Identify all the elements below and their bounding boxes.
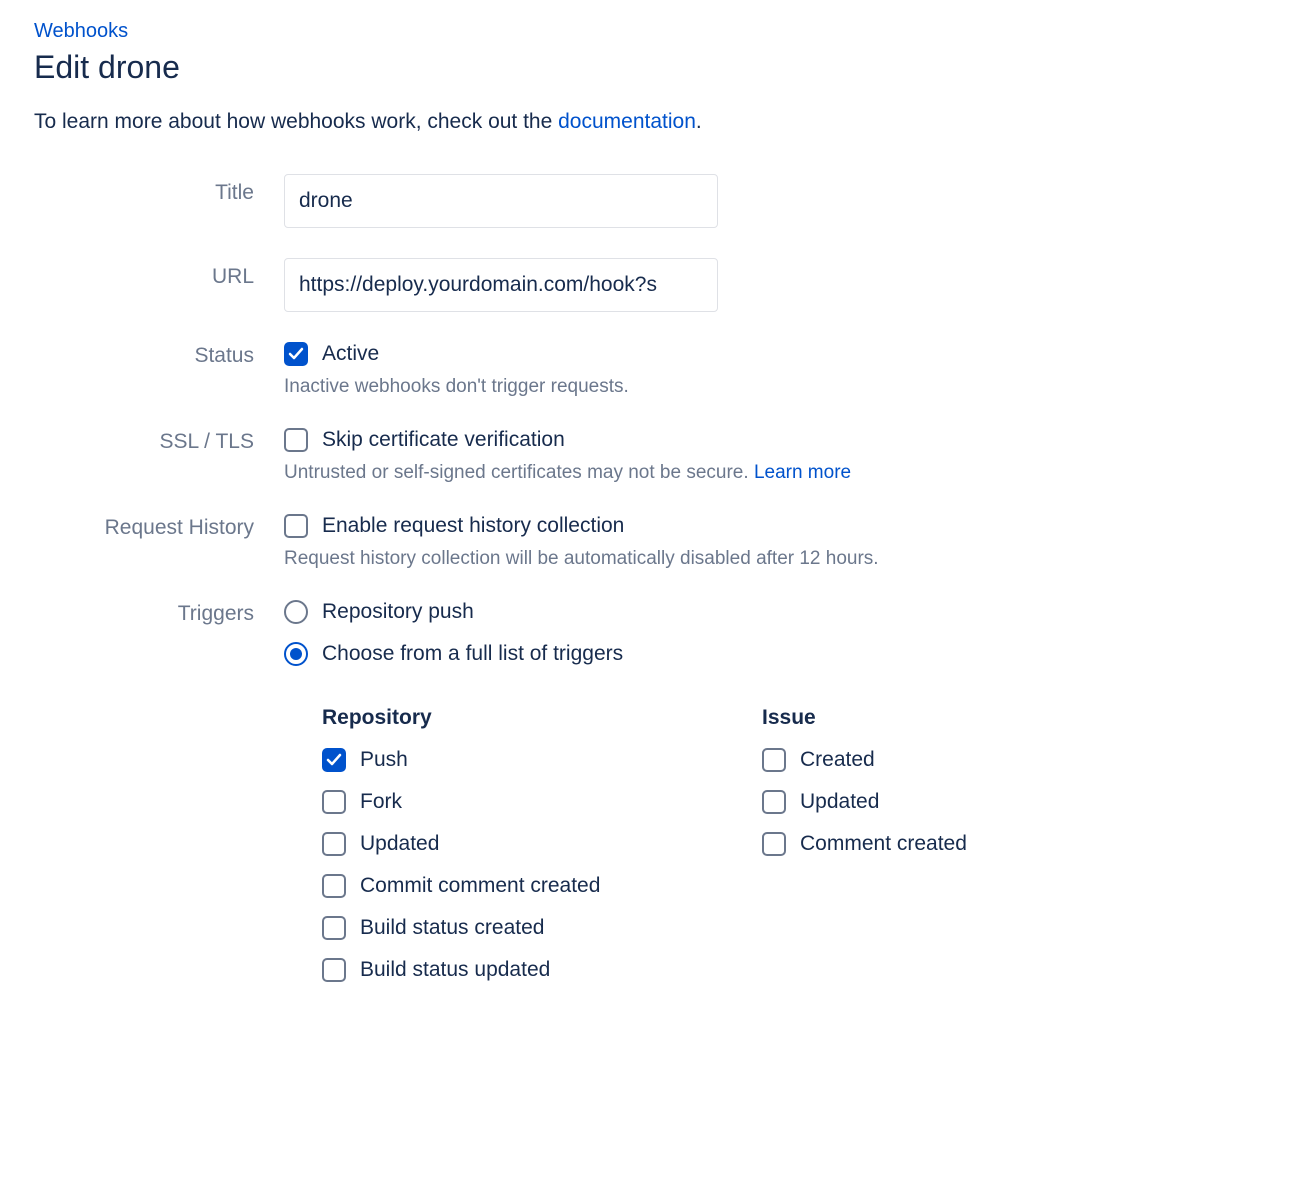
check-icon (326, 752, 342, 768)
trigger-checkbox[interactable] (762, 832, 786, 856)
trigger-repo-push-label: Repository push (322, 600, 474, 624)
check-icon (288, 346, 304, 362)
trigger-item-label: Fork (360, 790, 402, 814)
trigger-item: Updated (322, 832, 702, 856)
trigger-group-header: Issue (762, 706, 1142, 730)
status-label: Status (34, 342, 284, 370)
trigger-checkbox[interactable] (762, 748, 786, 772)
trigger-group-header: Repository (322, 706, 702, 730)
intro-after: . (696, 110, 702, 133)
status-help: Inactive webhooks don't trigger requests… (284, 376, 1184, 398)
trigger-item: Comment created (762, 832, 1142, 856)
trigger-item-label: Updated (800, 790, 879, 814)
trigger-item: Created (762, 748, 1142, 772)
trigger-item-label: Push (360, 748, 408, 772)
trigger-item: Build status created (322, 916, 702, 940)
trigger-full-list-radio[interactable] (284, 642, 308, 666)
status-active-label: Active (322, 342, 379, 366)
ssl-learn-more-link[interactable]: Learn more (754, 462, 851, 483)
trigger-checkbox[interactable] (322, 916, 346, 940)
status-active-checkbox[interactable] (284, 342, 308, 366)
trigger-checkbox[interactable] (322, 958, 346, 982)
breadcrumb-link[interactable]: Webhooks (34, 20, 128, 42)
trigger-item: Push (322, 748, 702, 772)
trigger-item-label: Build status updated (360, 958, 550, 982)
ssl-skip-checkbox[interactable] (284, 428, 308, 452)
intro-before: To learn more about how webhooks work, c… (34, 110, 558, 133)
trigger-item: Commit comment created (322, 874, 702, 898)
triggers-grid: Repository Push Fork Updated Commit comment … (284, 706, 1184, 1000)
trigger-repo-push-radio[interactable] (284, 600, 308, 624)
trigger-item-label: Commit comment created (360, 874, 600, 898)
trigger-full-list-label: Choose from a full list of triggers (322, 642, 623, 666)
history-enable-checkbox[interactable] (284, 514, 308, 538)
trigger-checkbox[interactable] (322, 832, 346, 856)
trigger-group: Issue Created Updated Comment created (762, 706, 1142, 1000)
ssl-label: SSL / TLS (34, 428, 284, 456)
triggers-label: Triggers (34, 600, 284, 628)
trigger-item-label: Build status created (360, 916, 544, 940)
url-label: URL (34, 258, 284, 296)
ssl-help-text: Untrusted or self-signed certificates ma… (284, 462, 754, 483)
title-input[interactable] (284, 174, 718, 228)
title-label: Title (34, 174, 284, 212)
page-title: Edit drone (34, 49, 1282, 86)
trigger-checkbox[interactable] (322, 790, 346, 814)
trigger-item-label: Created (800, 748, 875, 772)
ssl-skip-label: Skip certificate verification (322, 428, 565, 452)
trigger-item-label: Updated (360, 832, 439, 856)
radio-dot-icon (290, 648, 302, 660)
history-label: Request History (34, 514, 284, 542)
documentation-link[interactable]: documentation (558, 110, 696, 133)
trigger-checkbox[interactable] (322, 748, 346, 772)
history-enable-label: Enable request history collection (322, 514, 624, 538)
trigger-item: Build status updated (322, 958, 702, 982)
trigger-checkbox[interactable] (762, 790, 786, 814)
url-input[interactable] (284, 258, 718, 312)
intro-text: To learn more about how webhooks work, c… (34, 110, 1282, 134)
ssl-help: Untrusted or self-signed certificates ma… (284, 462, 1184, 484)
trigger-item: Updated (762, 790, 1142, 814)
trigger-item-label: Comment created (800, 832, 967, 856)
history-help: Request history collection will be autom… (284, 548, 1184, 570)
trigger-checkbox[interactable] (322, 874, 346, 898)
trigger-item: Fork (322, 790, 702, 814)
trigger-group: Repository Push Fork Updated Commit comment … (322, 706, 702, 1000)
